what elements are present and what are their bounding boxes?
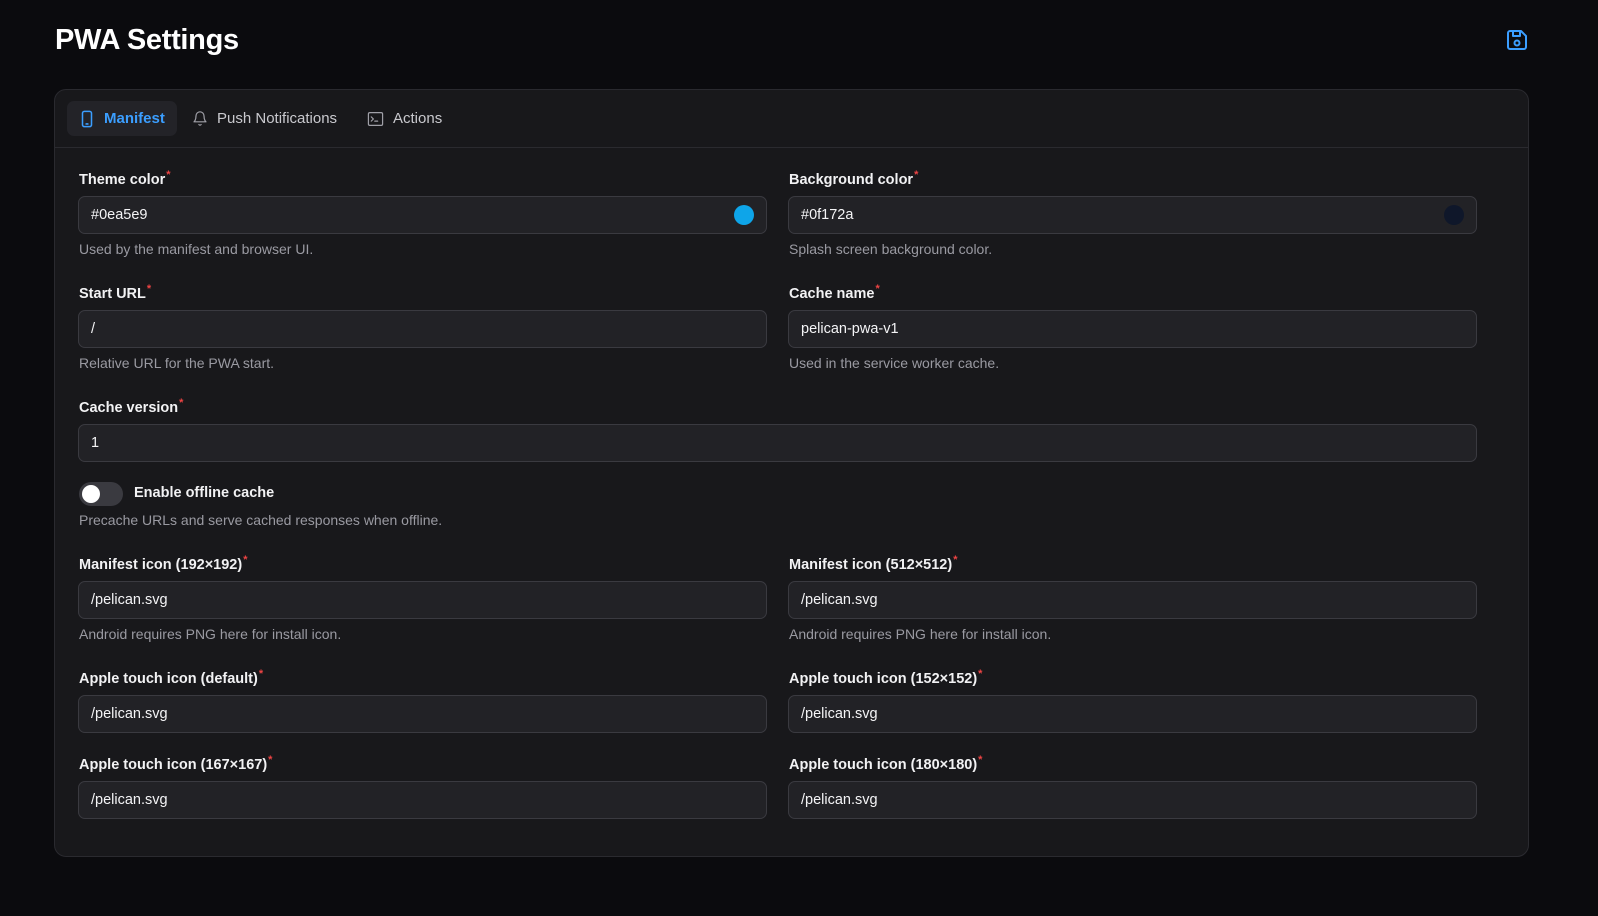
start-url-input[interactable]: / — [78, 310, 767, 348]
required-marker: * — [166, 169, 171, 181]
required-marker: * — [179, 397, 184, 409]
cache-name-label: Cache name* — [789, 283, 880, 302]
background-color-swatch[interactable] — [1444, 205, 1464, 225]
settings-card: Manifest Push Notifications Actions Them… — [54, 89, 1529, 857]
offline-cache-toggle[interactable] — [79, 482, 123, 506]
required-marker: * — [978, 668, 983, 680]
apple-icon-default-input[interactable]: /pelican.svg — [78, 695, 767, 733]
required-marker: * — [953, 554, 958, 566]
smartphone-icon — [79, 110, 95, 128]
manifest-icon-192-hint: Android requires PNG here for install ic… — [79, 626, 342, 642]
tab-label: Push Notifications — [217, 110, 338, 127]
background-color-input[interactable]: #0f172a — [788, 196, 1477, 234]
page-title: PWA Settings — [55, 24, 239, 56]
theme-color-swatch[interactable] — [734, 205, 754, 225]
required-marker: * — [268, 754, 273, 766]
required-marker: * — [258, 668, 264, 680]
apple-icon-167-input[interactable]: /pelican.svg — [78, 781, 767, 819]
tab-push-notifications[interactable]: Push Notifications — [180, 101, 349, 136]
tab-actions[interactable]: Actions — [355, 101, 454, 136]
tab-bar: Manifest Push Notifications Actions — [55, 90, 1528, 148]
required-marker: * — [875, 283, 880, 295]
required-marker: * — [914, 169, 919, 181]
manifest-icon-512-hint: Android requires PNG here for install ic… — [789, 626, 1052, 642]
required-marker: * — [146, 283, 152, 295]
tab-label: Actions — [393, 110, 443, 127]
manifest-icon-512-label: Manifest icon (512×512)* — [789, 554, 958, 573]
cache-version-input[interactable]: 1 — [78, 424, 1477, 462]
theme-color-hint: Used by the manifest and browser UI. — [79, 241, 314, 257]
apple-icon-180-input[interactable]: /pelican.svg — [788, 781, 1477, 819]
terminal-icon — [367, 111, 384, 127]
toggle-knob — [82, 485, 100, 503]
start-url-label: Start URL* — [79, 283, 152, 302]
bell-icon — [192, 110, 208, 127]
tab-manifest[interactable]: Manifest — [67, 101, 177, 136]
theme-color-input[interactable]: #0ea5e9 — [78, 196, 767, 234]
offline-cache-hint: Precache URLs and serve cached responses… — [79, 512, 443, 528]
save-button[interactable] — [1504, 27, 1530, 53]
save-icon — [1507, 30, 1527, 50]
manifest-icon-512-input[interactable]: /pelican.svg — [788, 581, 1477, 619]
theme-color-label: Theme color* — [79, 169, 171, 188]
apple-icon-167-label: Apple touch icon (167×167)* — [79, 754, 273, 773]
required-marker: * — [978, 754, 983, 766]
cache-name-input[interactable]: pelican-pwa-v1 — [788, 310, 1477, 348]
apple-icon-152-input[interactable]: /pelican.svg — [788, 695, 1477, 733]
cache-version-label: Cache version* — [79, 397, 184, 416]
start-url-hint: Relative URL for the PWA start. — [79, 355, 275, 371]
required-marker: * — [243, 554, 248, 566]
apple-icon-152-label: Apple touch icon (152×152)* — [789, 668, 983, 687]
tab-label: Manifest — [104, 110, 165, 127]
background-color-hint: Splash screen background color. — [789, 241, 993, 257]
manifest-icon-192-input[interactable]: /pelican.svg — [78, 581, 767, 619]
apple-icon-180-label: Apple touch icon (180×180)* — [789, 754, 983, 773]
cache-name-hint: Used in the service worker cache. — [789, 355, 1000, 371]
background-color-label: Background color* — [789, 169, 919, 188]
offline-cache-label: Enable offline cache — [134, 485, 275, 501]
settings-page: PWA Settings Manifest Push Notifications… — [0, 0, 1598, 916]
apple-icon-default-label: Apple touch icon (default)* — [79, 668, 264, 687]
manifest-icon-192-label: Manifest icon (192×192)* — [79, 554, 248, 573]
